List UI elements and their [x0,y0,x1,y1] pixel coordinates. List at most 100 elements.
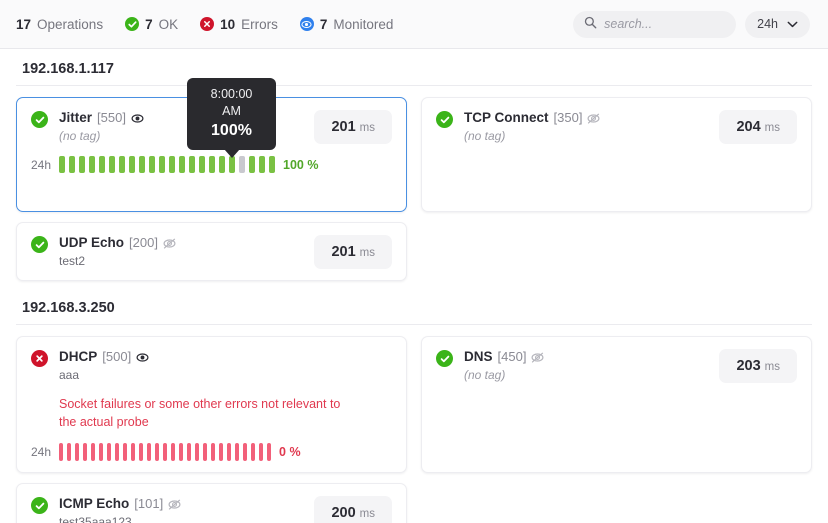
group-title-1: 192.168.1.117 [16,49,812,86]
sparkline-bar[interactable] [115,443,120,462]
latency-value: 201 [331,119,356,135]
sparkline-bar[interactable] [171,443,176,462]
availability-percent: 100 % [283,157,319,172]
sparkline-bar[interactable] [59,156,66,173]
sparkline-bar[interactable] [179,156,186,173]
operation-name: TCP Connect [464,110,549,125]
sparkline-bar[interactable] [259,156,266,173]
group-title-2: 192.168.3.250 [16,281,812,325]
sparkline-bar[interactable] [189,156,196,173]
operation-id: [550] [97,110,126,126]
sparkline-bar[interactable] [107,443,112,462]
sparkline-bar[interactable] [235,443,240,462]
latency-value: 200 [331,505,356,522]
eye-visible-icon[interactable] [131,112,144,125]
sparkline-bar[interactable] [229,156,236,173]
sparkline-bar[interactable] [219,156,226,173]
error-circle-icon [31,350,48,367]
sparkline-bar[interactable] [79,156,86,173]
search-input[interactable] [604,17,726,31]
availability-sparkline[interactable]: 24h 100 % [31,156,392,173]
sparkline-bar[interactable] [267,443,272,462]
sparkline-bar[interactable] [239,156,246,173]
operation-card-jitter[interactable]: Jitter [550] (no tag) 201 ms 24h 100 % [16,97,407,212]
sparkline-bar[interactable] [131,443,136,462]
sparkline-bars[interactable] [59,156,276,173]
sparkline-bar[interactable] [269,156,276,173]
operation-card-tcp-connect[interactable]: TCP Connect [350] (no tag) 204 ms [421,97,812,212]
sparkline-bar[interactable] [169,156,176,173]
operation-tag: test35aaa123 [59,515,132,523]
operation-name: DHCP [59,349,98,364]
eye-visible-icon[interactable] [136,351,149,364]
stat-operations-count: 17 [16,16,32,32]
latency-unit: ms [359,122,375,134]
sparkline-bar[interactable] [91,443,96,462]
sparkline-bar[interactable] [139,156,146,173]
stat-errors[interactable]: 10 Errors [200,17,278,32]
top-toolbar: 17 Operations 7 OK 10 Errors 7 Monitored… [0,0,828,49]
sparkline-bars[interactable] [59,443,272,462]
check-circle-icon [436,111,453,128]
sparkline-bar[interactable] [249,156,256,173]
eye-off-icon[interactable] [531,351,544,364]
sparkline-bar[interactable] [187,443,192,462]
card-name-row: DNS [450] [464,349,544,366]
latency-value: 204 [736,119,761,135]
sparkline-bar[interactable] [227,443,232,462]
sparkline-bar[interactable] [203,443,208,462]
card-name-row: UDP Echo [200] [59,235,176,252]
sparkline-bar[interactable] [211,443,216,462]
sparkline-bar[interactable] [149,156,156,173]
sparkline-bar[interactable] [155,443,160,462]
stat-ok[interactable]: 7 OK [125,17,178,32]
operation-name: Jitter [59,110,93,125]
sparkline-range-label: 24h [31,445,52,460]
eye-off-icon[interactable] [168,498,181,511]
stat-monitored[interactable]: 7 Monitored [299,16,393,32]
sparkline-bar[interactable] [99,443,104,462]
sparkline-bar[interactable] [243,443,248,462]
search-box[interactable] [573,10,737,38]
latency-badge: 201 ms [314,235,392,269]
sparkline-bar[interactable] [59,443,64,462]
sparkline-bar[interactable] [147,443,152,462]
sparkline-bar[interactable] [251,443,256,462]
sparkline-bar[interactable] [69,156,76,173]
eye-off-icon[interactable] [163,237,176,250]
sparkline-bar[interactable] [67,443,72,462]
time-range-select[interactable]: 24h [745,10,810,38]
sparkline-bar[interactable] [83,443,88,462]
sparkline-bar[interactable] [219,443,224,462]
sparkline-bar[interactable] [199,156,206,173]
card-header: TCP Connect [350] (no tag) 204 ms [436,110,797,144]
sparkline-bar[interactable] [209,156,216,173]
sparkline-bar[interactable] [109,156,116,173]
operation-name: UDP Echo [59,235,125,250]
availability-sparkline[interactable]: 24h 0 % [31,443,392,462]
operation-name: ICMP Echo [59,496,130,512]
sparkline-bar[interactable] [159,156,166,173]
search-icon [584,16,597,32]
operation-card-icmp-echo[interactable]: ICMP Echo [101] test35aaa123 200 ms [16,483,407,523]
stat-monitored-count: 7 [319,16,328,32]
operation-card-dhcp[interactable]: DHCP [500] aaa Socket failures or some o… [16,336,407,474]
sparkline-bar[interactable] [179,443,184,462]
sparkline-bar[interactable] [99,156,106,173]
card-name-row: ICMP Echo [101] [59,496,181,513]
sparkline-bar[interactable] [259,443,264,462]
sparkline-bar[interactable] [139,443,144,462]
sparkline-bar[interactable] [119,156,126,173]
sparkline-bar[interactable] [89,156,96,173]
sparkline-bar[interactable] [123,443,128,462]
eye-off-icon[interactable] [587,112,600,125]
operation-card-udp-echo[interactable]: UDP Echo [200] test2 201 ms [16,222,407,281]
operations-content: 192.168.1.117 Jitter [550] (no tag) 201 … [0,49,828,523]
sparkline-bar[interactable] [163,443,168,462]
sparkline-bar[interactable] [129,156,136,173]
stat-operations-label: Operations [37,16,104,32]
latency-unit: ms [359,508,375,521]
sparkline-bar[interactable] [75,443,80,462]
sparkline-bar[interactable] [195,443,200,462]
operation-card-dns[interactable]: DNS [450] (no tag) 203 ms [421,336,812,474]
